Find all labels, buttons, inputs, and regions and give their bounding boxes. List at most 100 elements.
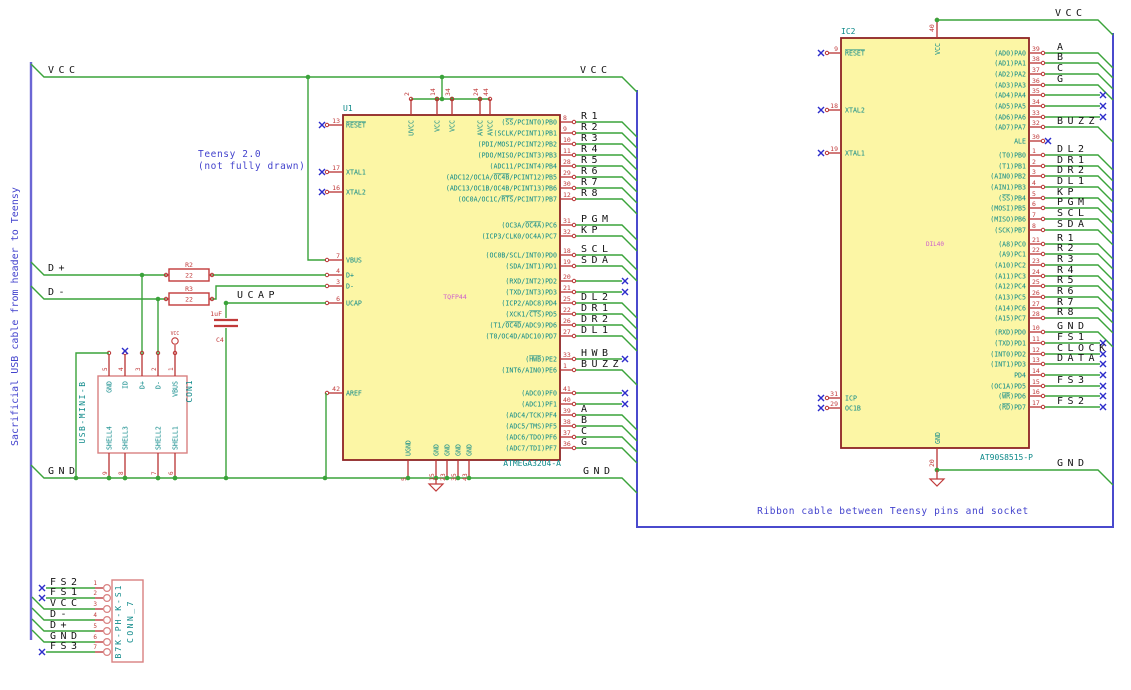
net-wire[interactable] — [1045, 52, 1114, 69]
net-label[interactable]: R4 — [581, 144, 602, 155]
net-wire[interactable] — [576, 369, 638, 386]
net-wire[interactable] — [1045, 243, 1114, 260]
pin-name: (ADC4/TCK)PF4 — [505, 412, 557, 420]
con1-ref[interactable]: CON1 — [185, 379, 194, 402]
net-label[interactable]: SDA — [1057, 219, 1089, 230]
net-wire[interactable] — [1045, 84, 1114, 101]
net-label[interactable]: R8 — [1057, 307, 1078, 318]
resistor-ref[interactable]: R2 — [185, 261, 193, 269]
pin-number: 5 — [93, 623, 97, 630]
net-wire[interactable] — [1045, 285, 1114, 302]
net-wire[interactable] — [1045, 73, 1114, 90]
net-wire[interactable] — [1045, 264, 1114, 281]
net-label[interactable]: SCL — [581, 244, 613, 255]
net-label[interactable]: GND — [1057, 321, 1089, 332]
no-connect-icon — [38, 584, 46, 592]
net-label[interactable]: B — [1057, 52, 1068, 63]
net-label[interactable]: R1 — [581, 111, 602, 122]
net-label[interactable]: R6 — [581, 166, 602, 177]
net-label[interactable]: FS2 — [1057, 396, 1089, 407]
ic2-value[interactable]: AT90S8515-P — [980, 453, 1033, 462]
net-label[interactable]: PGM — [581, 214, 613, 225]
net-label[interactable]: HWB — [581, 348, 613, 359]
pin-name: (ADC13/OC1B/OC4B/PCINT13)PB6 — [446, 185, 557, 193]
net-wire[interactable] — [1045, 62, 1114, 79]
net-label[interactable]: BUZZ — [1057, 116, 1099, 127]
net-label[interactable]: A — [581, 404, 592, 415]
resistor-ref[interactable]: R3 — [185, 285, 193, 293]
net-wire[interactable] — [1045, 275, 1114, 292]
net-label[interactable]: B — [581, 415, 592, 426]
net-label[interactable]: DL2 — [1057, 144, 1089, 155]
net-label[interactable]: R5 — [1057, 275, 1078, 286]
net-label[interactable]: DR2 — [581, 314, 613, 325]
net-label[interactable]: R7 — [581, 177, 602, 188]
net-label[interactable]: VCC — [580, 65, 612, 76]
net-label[interactable]: KP — [581, 225, 602, 236]
net-label[interactable]: VCC — [50, 598, 82, 609]
note-teensy: Teensy 2.0 — [198, 149, 261, 160]
net-label[interactable]: DR1 — [581, 303, 613, 314]
net-label[interactable]: FS1 — [1057, 332, 1089, 343]
net-wire[interactable] — [1045, 253, 1114, 270]
vcc-wire[interactable] — [937, 19, 1114, 36]
gnd-rail[interactable] — [30, 464, 638, 494]
pin-end — [1040, 216, 1046, 222]
c4-ref[interactable]: C4 — [216, 336, 224, 344]
net-label[interactable]: FS1 — [50, 587, 82, 598]
pin-name: (ICP2/ADC8)PD4 — [501, 300, 557, 308]
conn7-ref[interactable]: CONN_7 — [126, 599, 135, 643]
net-label[interactable]: FS3 — [50, 641, 82, 652]
net-label[interactable]: GND — [48, 466, 80, 477]
net-label[interactable]: BUZZ — [581, 359, 623, 370]
connector-pin — [102, 626, 111, 635]
net-label[interactable]: R8 — [581, 188, 602, 199]
vbus-wire[interactable] — [307, 77, 326, 261]
vcc-rail[interactable] — [30, 63, 638, 93]
net-label[interactable]: DL1 — [581, 325, 613, 336]
net-label[interactable]: DATA — [1057, 353, 1099, 364]
net-label[interactable]: VCC — [1055, 8, 1087, 19]
net-label[interactable]: R5 — [581, 155, 602, 166]
gnd-wire[interactable] — [937, 469, 1114, 486]
net-label[interactable]: SDA — [581, 255, 613, 266]
net-label[interactable]: G — [581, 437, 592, 448]
net-wire[interactable] — [576, 198, 638, 215]
pin-name: (RXD)PD0 — [994, 329, 1026, 337]
ic2-ref[interactable]: IC2 — [841, 27, 856, 36]
net-label[interactable]: DL1 — [1057, 176, 1089, 187]
net-label[interactable]: R3 — [1057, 254, 1078, 265]
net-label[interactable]: G — [1057, 74, 1068, 85]
net-label[interactable]: SCL — [1057, 208, 1089, 219]
pin-name: (ADC5/TMS)PF5 — [505, 423, 557, 431]
net-label[interactable]: D- — [48, 287, 69, 298]
net-label[interactable]: UCAP — [237, 290, 279, 301]
pin-name: (INT0)PD2 — [990, 351, 1026, 359]
u1-value[interactable]: ATMEGA32U4-A — [503, 459, 561, 468]
net-wire[interactable] — [576, 447, 638, 464]
net-label[interactable]: C — [581, 426, 592, 437]
net-label[interactable]: R2 — [1057, 243, 1078, 254]
net-wire[interactable] — [1045, 126, 1114, 143]
net-label[interactable]: D+ — [50, 620, 71, 631]
u1-ref[interactable]: U1 — [343, 104, 353, 113]
net-wire[interactable] — [1045, 296, 1114, 313]
net-label[interactable]: GND — [1057, 458, 1089, 469]
pin-end — [1040, 173, 1046, 179]
net-label[interactable]: R6 — [1057, 286, 1078, 297]
net-wire[interactable] — [1045, 229, 1114, 246]
net-label[interactable]: DR2 — [1057, 165, 1089, 176]
net-label[interactable]: R2 — [581, 122, 602, 133]
net-label[interactable]: D- — [50, 609, 71, 620]
net-label[interactable]: FS3 — [1057, 375, 1089, 386]
net-label[interactable]: GND — [583, 466, 615, 477]
net-label[interactable]: VCC — [48, 65, 80, 76]
pin-name: (OC1A)PD5 — [990, 383, 1026, 391]
net-label[interactable]: D+ — [48, 263, 69, 274]
pin-number: 28 — [1032, 310, 1040, 318]
net-label[interactable]: DL2 — [581, 292, 613, 303]
net-label[interactable]: PGM — [1057, 197, 1089, 208]
net-label[interactable]: C — [1057, 63, 1068, 74]
pin-number: 19 — [830, 145, 838, 153]
net-label[interactable]: R3 — [581, 133, 602, 144]
